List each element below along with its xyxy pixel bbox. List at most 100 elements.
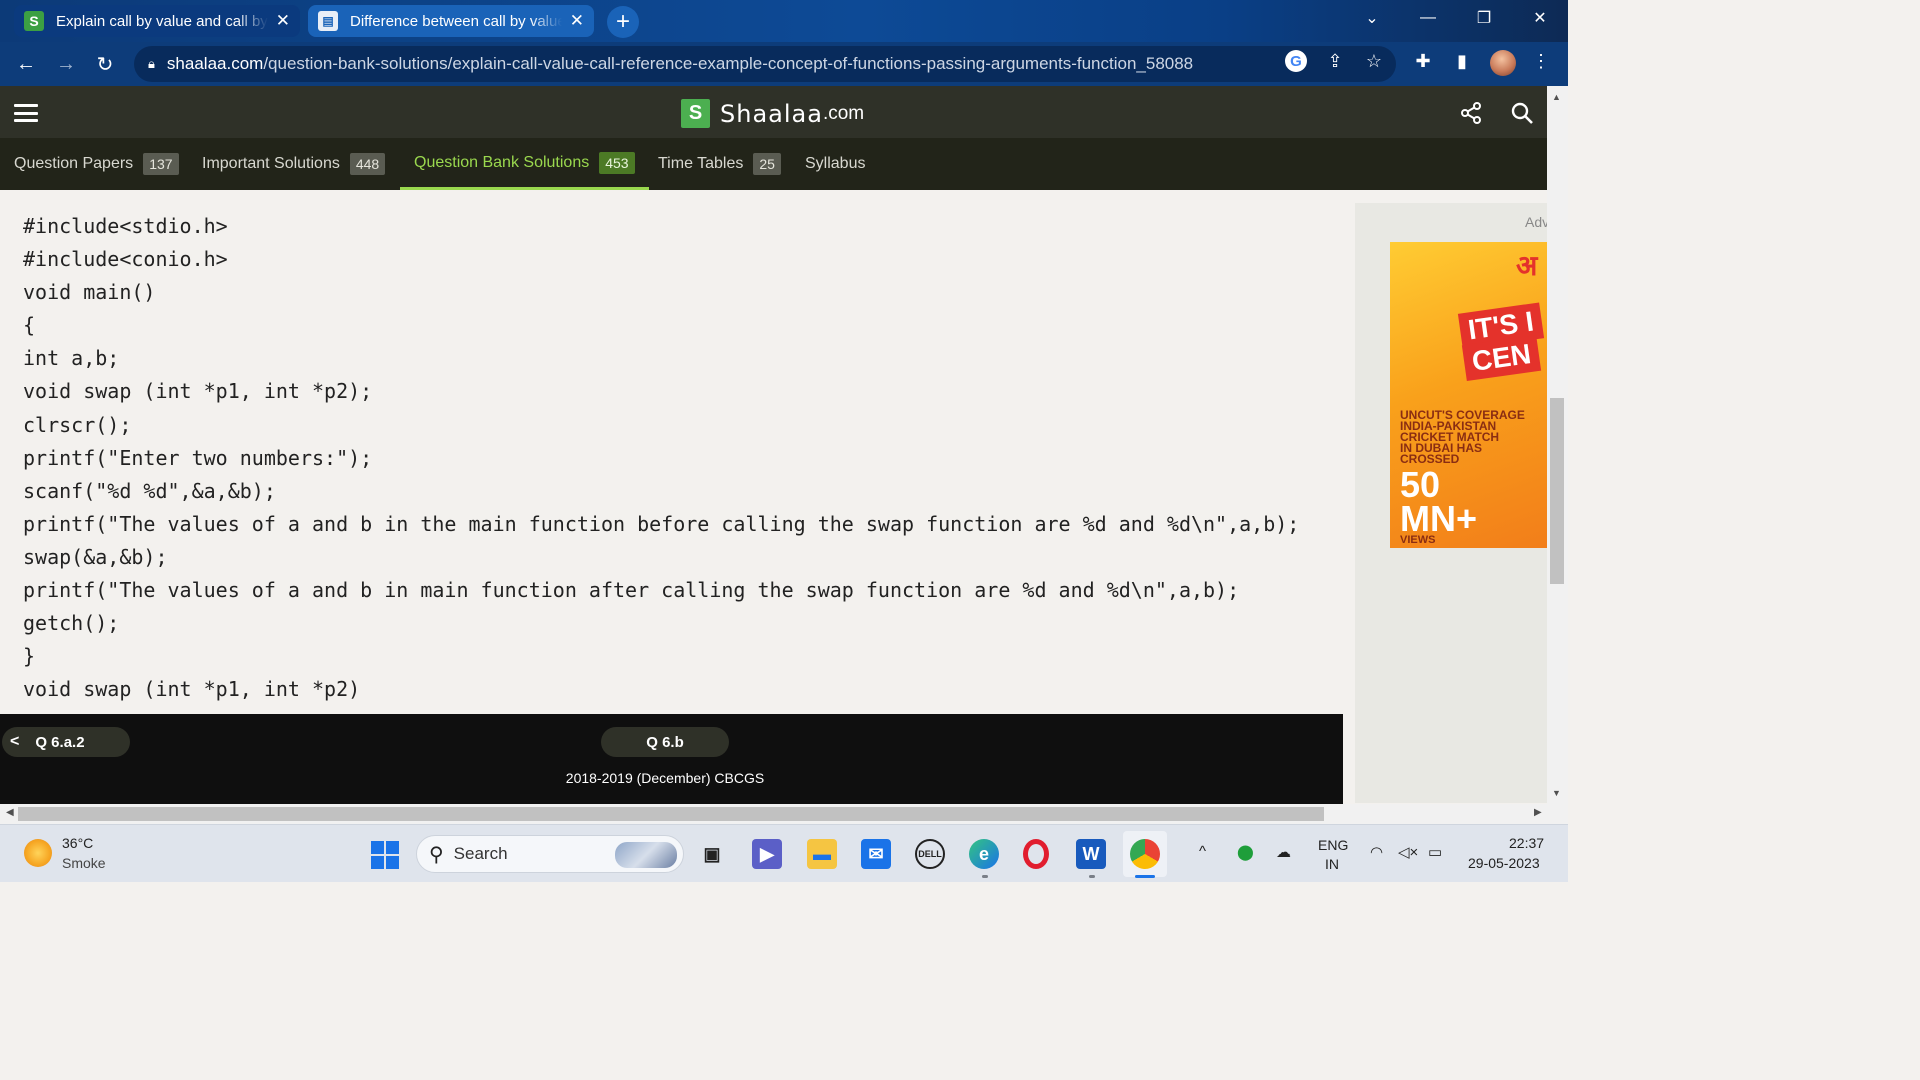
share-icon[interactable]: [1458, 100, 1484, 126]
reload-icon[interactable]: ↻: [93, 52, 117, 76]
profile-avatar[interactable]: [1490, 50, 1516, 76]
code-line: void swap (int *p1, int *p2);: [23, 379, 373, 404]
browser-tab-active[interactable]: S Explain call by value and call by refe…: [14, 5, 300, 37]
count-badge: 137: [143, 153, 179, 175]
windows-taskbar: 36°C Smoke ⚲ Search ▣ ▶ ▬ ✉ DELL e W ^ ⬤…: [0, 824, 1568, 882]
code-block: #include<stdio.h> #include<conio.h> void m…: [23, 210, 1299, 706]
browser-tab[interactable]: ▤ Difference between call by value and c…: [308, 5, 594, 37]
paper-name[interactable]: 2018-2019 (December) CBCGS: [0, 770, 1330, 786]
kebab-menu-icon[interactable]: ⋮: [1530, 50, 1552, 72]
tab-question-bank-solutions[interactable]: Question Bank Solutions 453: [400, 138, 649, 190]
search-placeholder: Search: [453, 844, 508, 863]
google-icon[interactable]: G: [1285, 50, 1307, 72]
ad-label: Adv: [1525, 214, 1550, 230]
question-navigation-bar: < Q 6.a.2 Q 6.b 2018-2019 (December) CBC…: [0, 714, 1343, 804]
ad-hindi-text: अ: [1516, 250, 1538, 281]
teams-icon[interactable]: ▶: [752, 839, 782, 869]
scrollbar-thumb[interactable]: [1550, 398, 1564, 584]
browser-toolbar: ← → ↻ 🔒︎ shaalaa.com/question-bank-solut…: [0, 42, 1568, 86]
address-bar[interactable]: 🔒︎ shaalaa.com/question-bank-solutions/e…: [134, 46, 1396, 82]
shaalaa-favicon-icon: S: [24, 11, 44, 31]
horizontal-scrollbar[interactable]: ◀ ▶: [0, 804, 1568, 824]
code-line: {: [23, 313, 36, 338]
code-line: #include<conio.h>: [23, 247, 228, 272]
close-tab-icon[interactable]: ✕: [570, 11, 584, 31]
battery-icon[interactable]: ▭: [1428, 843, 1442, 861]
code-line: printf("The values of a and b in the mai…: [23, 511, 1300, 536]
input-region[interactable]: IN: [1325, 856, 1339, 872]
ad-big-number: 50 MN+: [1400, 464, 1478, 539]
chevron-up-icon[interactable]: ^: [1199, 843, 1206, 860]
code-line: }: [23, 644, 36, 669]
site-header: S Shaalaa .com: [0, 86, 1547, 138]
previous-question-button[interactable]: < Q 6.a.2: [2, 727, 130, 757]
task-view-icon[interactable]: ▣: [697, 839, 727, 869]
close-tab-icon[interactable]: ✕: [276, 11, 290, 31]
count-badge: 25: [753, 153, 781, 175]
new-tab-button[interactable]: +: [607, 6, 639, 38]
wifi-icon[interactable]: ◠: [1370, 843, 1383, 861]
back-arrow-icon[interactable]: ←: [14, 52, 38, 76]
site-nav-tabs: Question Papers 137 Important Solutions 44…: [0, 138, 1547, 190]
mail-icon[interactable]: ✉: [861, 839, 891, 869]
star-icon[interactable]: ☆: [1363, 50, 1385, 72]
scrollbar-thumb[interactable]: [18, 807, 1324, 821]
code-line: scanf("%d %d",&a,&b);: [23, 478, 276, 503]
shield-update-icon[interactable]: ⬤: [1237, 843, 1254, 861]
running-indicator: [982, 875, 988, 878]
code-line: clrscr();: [23, 412, 132, 437]
input-language[interactable]: ENG: [1318, 837, 1348, 853]
scroll-left-arrow-icon[interactable]: ◀: [6, 807, 14, 818]
file-explorer-icon[interactable]: ▬: [807, 839, 837, 869]
scroll-right-arrow-icon[interactable]: ▶: [1534, 807, 1542, 818]
advertisement-banner[interactable]: अ IT'S I CEN UNCUT'S COVERAGE INDIA-PAKIS…: [1390, 242, 1547, 548]
clock-date[interactable]: 29-05-2023: [1468, 855, 1540, 871]
dell-icon[interactable]: DELL: [915, 839, 945, 869]
tab-title: Difference between call by value and cal…: [350, 12, 562, 30]
current-question-label: Q 6.b: [601, 727, 729, 757]
code-line: void main(): [23, 280, 156, 305]
weather-description[interactable]: Smoke: [62, 855, 106, 871]
weather-icon[interactable]: [24, 839, 52, 867]
code-line: void swap (int *p1, int *p2): [23, 677, 361, 702]
close-window-icon[interactable]: ✕: [1512, 0, 1568, 36]
tab-question-papers[interactable]: Question Papers 137: [14, 138, 179, 190]
restore-icon[interactable]: ❐: [1456, 0, 1512, 36]
tab-time-tables[interactable]: Time Tables 25: [658, 138, 781, 190]
logo-text: Shaalaa: [720, 99, 823, 128]
ad-views-text: VIEWS: [1400, 534, 1436, 546]
opera-icon[interactable]: [1023, 839, 1049, 869]
code-line: printf("The values of a and b in main fu…: [23, 578, 1240, 603]
word-icon[interactable]: W: [1076, 839, 1106, 869]
clock-time[interactable]: 22:37: [1509, 835, 1544, 851]
tab-syllabus[interactable]: Syllabus: [805, 138, 865, 190]
share-icon[interactable]: ⇪: [1324, 50, 1346, 72]
hamburger-menu-icon[interactable]: [14, 104, 38, 122]
code-line: #include<stdio.h>: [23, 214, 228, 238]
weather-temperature[interactable]: 36°C: [62, 835, 93, 851]
scroll-up-arrow-icon[interactable]: ▲: [1552, 92, 1561, 102]
edge-icon[interactable]: e: [969, 839, 999, 869]
cloud-offline-icon[interactable]: ☁: [1276, 843, 1291, 861]
scroll-down-arrow-icon[interactable]: ▼: [1552, 788, 1561, 798]
taskbar-search-box[interactable]: ⚲ Search: [416, 835, 684, 873]
tab-search-icon[interactable]: ⌄: [1344, 0, 1400, 36]
logo-domain: .com: [822, 102, 865, 124]
logo-mark: S: [681, 99, 710, 128]
tab-important-solutions[interactable]: Important Solutions 448: [202, 138, 386, 190]
chrome-icon[interactable]: [1130, 839, 1160, 869]
ad-body-text: UNCUT'S COVERAGE INDIA-PAKISTAN CRICKET MA…: [1400, 408, 1525, 466]
count-badge: 448: [349, 153, 386, 175]
puzzle-icon[interactable]: ✚: [1412, 50, 1434, 72]
speaker-muted-icon[interactable]: ◁×: [1398, 843, 1418, 861]
side-panel-icon[interactable]: ▮: [1451, 50, 1473, 72]
minimize-icon[interactable]: —: [1400, 0, 1456, 36]
code-line: swap(&a,&b);: [23, 544, 168, 569]
windows-start-icon[interactable]: [371, 841, 399, 869]
document-favicon-icon: ▤: [318, 11, 338, 31]
vertical-scrollbar[interactable]: ▲ ▼: [1547, 86, 1568, 804]
search-icon[interactable]: [1509, 100, 1535, 126]
site-logo[interactable]: S Shaalaa .com: [681, 99, 864, 128]
forward-arrow-icon[interactable]: →: [54, 52, 78, 76]
answer-content: #include<stdio.h> #include<conio.h> void m…: [0, 190, 1343, 714]
